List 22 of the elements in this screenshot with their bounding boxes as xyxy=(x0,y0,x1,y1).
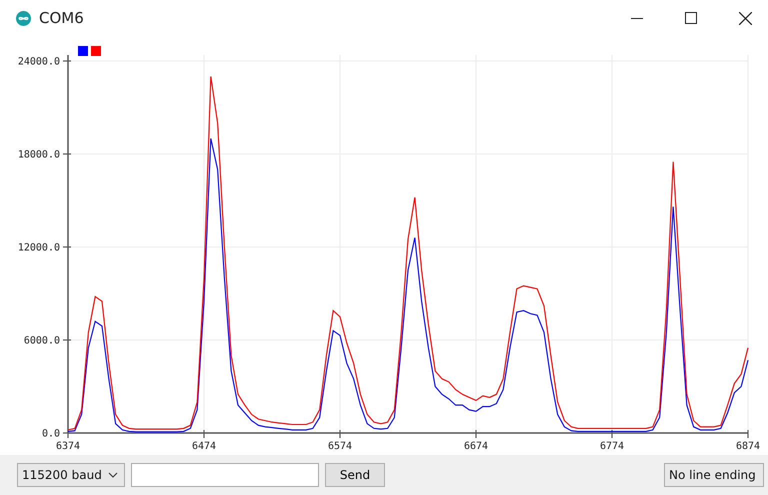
x-tick-label: 6874 xyxy=(736,441,760,452)
close-icon xyxy=(738,12,752,24)
y-tick-label: 18000.0 xyxy=(18,150,60,160)
x-tick-label: 6674 xyxy=(464,441,488,452)
y-tick xyxy=(62,60,72,62)
y-tick-label: 6000.0 xyxy=(24,336,60,346)
caret-icon xyxy=(108,472,118,478)
x-tick-label: 6774 xyxy=(600,441,624,452)
send-button[interactable]: Send xyxy=(325,463,385,487)
x-tick-label: 6374 xyxy=(56,441,80,452)
message-input[interactable] xyxy=(131,463,319,487)
window-title: COM6 xyxy=(39,9,84,27)
maximize-icon xyxy=(685,12,697,24)
y-tick-label: 0.0 xyxy=(42,428,60,440)
y-tick-label: 24000.0 xyxy=(18,56,60,68)
x-tick-label: 6474 xyxy=(192,441,216,452)
app-icon xyxy=(16,10,31,26)
line-ending-select[interactable]: No line ending xyxy=(664,463,764,487)
y-tick-label: 12000.0 xyxy=(18,242,60,254)
y-tick xyxy=(62,246,72,248)
baud-select[interactable]: 115200 baud xyxy=(17,463,125,487)
x-tick-label: 6574 xyxy=(328,441,352,452)
